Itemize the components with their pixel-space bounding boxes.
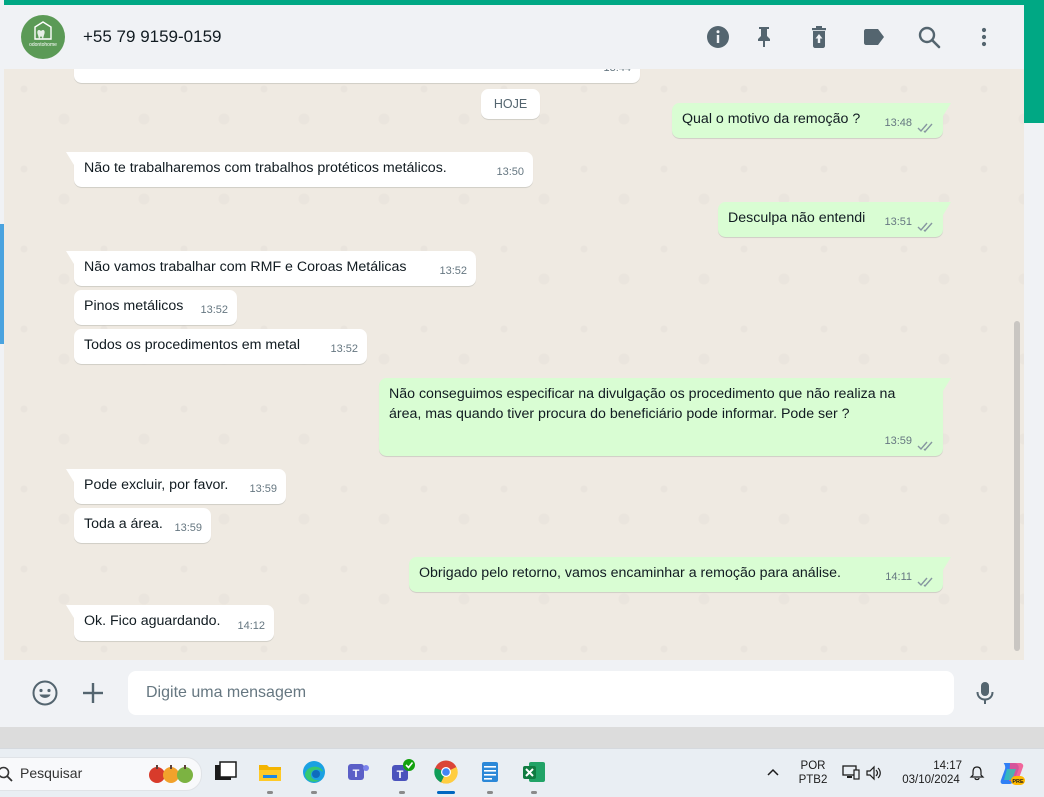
- show-hidden-icons-chevron-icon[interactable]: [766, 767, 780, 777]
- message-composer: [4, 660, 1024, 727]
- delete-icon[interactable]: [807, 25, 831, 49]
- message-text: Pinos metálicos: [84, 298, 184, 314]
- message-time: 13:48: [884, 117, 912, 129]
- attach-plus-icon[interactable]: [80, 680, 106, 706]
- app-running-indicator: [267, 791, 273, 794]
- message-time: 13:50: [496, 166, 524, 178]
- language-indicator[interactable]: POR PTB2: [794, 759, 832, 787]
- svg-text:T: T: [353, 768, 360, 780]
- message-time: 13:52: [439, 265, 467, 277]
- clock-time: 14:17: [933, 760, 962, 772]
- message-time: 13:44: [603, 69, 631, 78]
- message-incoming[interactable]: Não vamos trabalhar com RMF e Coroas Met…: [66, 251, 476, 286]
- message-text: Desculpa não entendi: [728, 210, 866, 226]
- message-incoming[interactable]: Pode excluir, por favor. 13:59: [66, 469, 286, 504]
- read-ticks-icon: [917, 441, 933, 451]
- message-time: 14:11: [885, 571, 912, 583]
- task-view-icon[interactable]: [212, 759, 238, 785]
- volume-icon[interactable]: [865, 765, 883, 781]
- teams-icon[interactable]: T: [345, 759, 371, 785]
- app-running-indicator: [311, 791, 317, 794]
- message-text: Não te trabalharemos com trabalhos proté…: [84, 160, 447, 176]
- fruits-search-highlight-icon: [149, 765, 193, 783]
- message-text: Não vamos trabalhar com RMF e Coroas Met…: [84, 259, 407, 275]
- message-text: Não conseguimos especificar na divulgaçã…: [389, 386, 896, 422]
- notification-bell-icon[interactable]: [969, 765, 985, 781]
- keyboard-layout: PTB2: [798, 774, 828, 786]
- message-outgoing[interactable]: Não conseguimos especificar na divulgaçã…: [379, 378, 951, 456]
- message-time: 13:59: [884, 435, 912, 447]
- message-time: 13:59: [249, 483, 277, 495]
- file-explorer-icon[interactable]: [257, 759, 283, 785]
- read-ticks-icon: [917, 123, 933, 133]
- language-code: POR: [800, 760, 826, 772]
- whatsapp-window: odontohome +55 79 9159-0159 HOJE Qual o …: [4, 5, 1024, 727]
- svg-text:PRE: PRE: [1012, 779, 1024, 785]
- message-incoming[interactable]: Ok. Fico aguardando. 14:12: [66, 605, 274, 641]
- chat-messages-area[interactable]: 13:44 HOJE Qual o motivo da remoção ? 13…: [4, 69, 1024, 660]
- app-active-indicator: [437, 791, 455, 794]
- more-icon[interactable]: [972, 25, 996, 49]
- notepad-icon[interactable]: [477, 759, 503, 785]
- message-text: Obrigado pelo retorno, vamos encaminhar …: [419, 565, 841, 581]
- taskbar-search-box[interactable]: Pesquisar: [0, 757, 202, 791]
- chat-header: odontohome +55 79 9159-0159: [4, 5, 1024, 69]
- message-incoming[interactable]: Todos os procedimentos em metal 13:52: [74, 329, 367, 364]
- network-icon[interactable]: [842, 764, 860, 780]
- message-time: 13:59: [174, 522, 202, 534]
- tooth-logo-icon: [34, 21, 52, 40]
- search-icon[interactable]: [917, 25, 941, 49]
- message-text: Pode excluir, por favor.: [84, 477, 229, 493]
- contact-name[interactable]: +55 79 9159-0159: [83, 27, 222, 47]
- copilot-icon[interactable]: PRE: [998, 759, 1026, 787]
- clock[interactable]: 14:17 03/10/2024: [892, 759, 970, 787]
- message-time: 13:52: [200, 304, 228, 316]
- message-incoming[interactable]: Pinos metálicos 13:52: [74, 290, 237, 325]
- message-text: Qual o motivo da remoção ?: [682, 111, 861, 127]
- pin-icon[interactable]: [752, 25, 776, 49]
- app-running-indicator: [487, 791, 493, 794]
- message-time: 14:12: [237, 620, 265, 632]
- message-incoming[interactable]: Não te trabalharemos com trabalhos proté…: [66, 152, 533, 187]
- windows-taskbar: Pesquisar T T POR PTB2 14:17 03/10/2024 …: [0, 748, 1044, 797]
- window-right-accent: [1024, 5, 1044, 123]
- message-outgoing[interactable]: Qual o motivo da remoção ? 13:48: [672, 103, 951, 138]
- avatar[interactable]: odontohome: [21, 15, 65, 59]
- teams-work-icon[interactable]: T: [389, 759, 415, 785]
- message-time: 13:51: [884, 216, 912, 228]
- previous-message-bubble[interactable]: 13:44: [74, 69, 640, 83]
- app-running-indicator: [399, 791, 405, 794]
- read-ticks-icon: [917, 577, 933, 587]
- message-input[interactable]: [128, 671, 954, 715]
- message-outgoing[interactable]: Obrigado pelo retorno, vamos encaminhar …: [409, 557, 951, 592]
- app-running-indicator: [531, 791, 537, 794]
- date-chip: HOJE: [481, 89, 540, 119]
- label-icon[interactable]: [862, 25, 886, 49]
- search-icon: [0, 766, 13, 782]
- read-ticks-icon: [917, 222, 933, 232]
- edge-icon[interactable]: [301, 759, 327, 785]
- message-incoming[interactable]: Toda a área. 13:59: [74, 508, 211, 543]
- message-text: Toda a área.: [84, 516, 163, 532]
- microphone-icon[interactable]: [972, 680, 998, 706]
- info-icon[interactable]: [706, 25, 730, 49]
- taskbar-search-label: Pesquisar: [20, 765, 83, 781]
- message-time: 13:52: [330, 343, 358, 355]
- message-text: Todos os procedimentos em metal: [84, 337, 301, 353]
- window-right-edge: [1024, 123, 1044, 727]
- message-outgoing[interactable]: Desculpa não entendi 13:51: [718, 202, 951, 237]
- avatar-logo-text: odontohome: [29, 42, 57, 48]
- clock-date: 03/10/2024: [902, 774, 960, 786]
- excel-icon[interactable]: [521, 759, 547, 785]
- emoji-icon[interactable]: [32, 680, 58, 706]
- message-text: Ok. Fico aguardando.: [84, 613, 221, 629]
- chat-scrollbar[interactable]: [1014, 321, 1020, 651]
- chrome-icon[interactable]: [433, 759, 459, 785]
- svg-text:T: T: [397, 769, 404, 781]
